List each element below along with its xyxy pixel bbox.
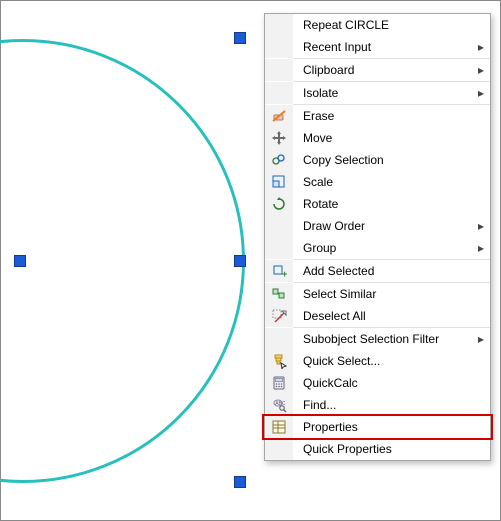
properties-icon	[265, 416, 293, 438]
menu-item-recent-input[interactable]: Recent Input▸	[265, 36, 490, 58]
submenu-arrow-icon: ▸	[478, 241, 484, 255]
menu-item-find[interactable]: ABCFind...	[265, 394, 490, 416]
menu-item-clipboard[interactable]: Clipboard▸	[265, 59, 490, 81]
circle-entity[interactable]	[0, 39, 245, 483]
menu-item-deselect-all[interactable]: Deselect All	[265, 305, 490, 327]
menu-item-label: Select Similar	[293, 287, 490, 301]
grip-center[interactable]	[234, 255, 246, 267]
eraser-icon	[265, 105, 293, 127]
menu-item-label: Rotate	[293, 197, 490, 211]
menu-item-erase[interactable]: Erase	[265, 105, 490, 127]
menu-item-label: Group	[293, 241, 490, 255]
submenu-arrow-icon: ▸	[478, 63, 484, 77]
rotate-icon	[265, 193, 293, 215]
menu-item-scale[interactable]: Scale	[265, 171, 490, 193]
menu-gutter	[265, 328, 293, 350]
submenu-arrow-icon: ▸	[478, 332, 484, 346]
menu-item-copy-selection[interactable]: Copy Selection	[265, 149, 490, 171]
menu-item-add-selected[interactable]: + Add Selected	[265, 260, 490, 282]
context-menu: Repeat CIRCLERecent Input▸Clipboard▸Isol…	[264, 13, 491, 461]
find-icon: ABC	[265, 394, 293, 416]
quick-select-icon	[265, 350, 293, 372]
menu-item-label: Quick Select...	[293, 354, 490, 368]
menu-item-label: Erase	[293, 109, 490, 123]
menu-item-label: Deselect All	[293, 309, 490, 323]
menu-item-quick-properties[interactable]: Quick Properties	[265, 438, 490, 460]
menu-item-draw-order[interactable]: Draw Order▸	[265, 215, 490, 237]
add-selected-icon: +	[265, 260, 293, 282]
menu-item-move[interactable]: Move	[265, 127, 490, 149]
menu-gutter	[265, 14, 293, 36]
drawing-canvas[interactable]: Repeat CIRCLERecent Input▸Clipboard▸Isol…	[0, 0, 501, 521]
menu-item-quickcalc[interactable]: QuickCalc	[265, 372, 490, 394]
menu-gutter	[265, 59, 293, 81]
menu-item-label: Clipboard	[293, 63, 490, 77]
menu-item-label: Copy Selection	[293, 153, 490, 167]
copy-icon	[265, 149, 293, 171]
menu-gutter	[265, 237, 293, 259]
menu-gutter	[265, 36, 293, 58]
menu-item-label: Quick Properties	[293, 442, 490, 456]
deselect-icon	[265, 305, 293, 327]
menu-item-label: Move	[293, 131, 490, 145]
menu-item-label: Subobject Selection Filter	[293, 332, 490, 346]
menu-item-label: Isolate	[293, 86, 490, 100]
menu-item-label: QuickCalc	[293, 376, 490, 390]
menu-item-label: Find...	[293, 398, 490, 412]
menu-item-rotate[interactable]: Rotate	[265, 193, 490, 215]
calc-icon	[265, 372, 293, 394]
scale-icon	[265, 171, 293, 193]
menu-item-repeat-circle[interactable]: Repeat CIRCLE	[265, 14, 490, 36]
select-similar-icon	[265, 283, 293, 305]
menu-item-label: Scale	[293, 175, 490, 189]
menu-item-label: Repeat CIRCLE	[293, 18, 490, 32]
move-icon	[265, 127, 293, 149]
menu-item-subobject-selection-filter[interactable]: Subobject Selection Filter▸	[265, 328, 490, 350]
menu-item-label: Add Selected	[293, 264, 490, 278]
submenu-arrow-icon: ▸	[478, 86, 484, 100]
submenu-arrow-icon: ▸	[478, 40, 484, 54]
grip-top[interactable]	[234, 32, 246, 44]
menu-item-properties[interactable]: Properties	[265, 416, 490, 438]
menu-item-group[interactable]: Group▸	[265, 237, 490, 259]
grip-bottom[interactable]	[234, 476, 246, 488]
menu-item-label: Draw Order	[293, 219, 490, 233]
menu-item-select-similar[interactable]: Select Similar	[265, 283, 490, 305]
menu-item-label: Recent Input	[293, 40, 490, 54]
menu-gutter	[265, 82, 293, 104]
submenu-arrow-icon: ▸	[478, 219, 484, 233]
menu-gutter	[265, 215, 293, 237]
menu-gutter	[265, 438, 293, 460]
menu-item-label: Properties	[293, 420, 490, 434]
menu-item-isolate[interactable]: Isolate▸	[265, 82, 490, 104]
menu-item-quick-select[interactable]: Quick Select...	[265, 350, 490, 372]
grip-left[interactable]	[14, 255, 26, 267]
svg-text:+: +	[282, 269, 287, 279]
